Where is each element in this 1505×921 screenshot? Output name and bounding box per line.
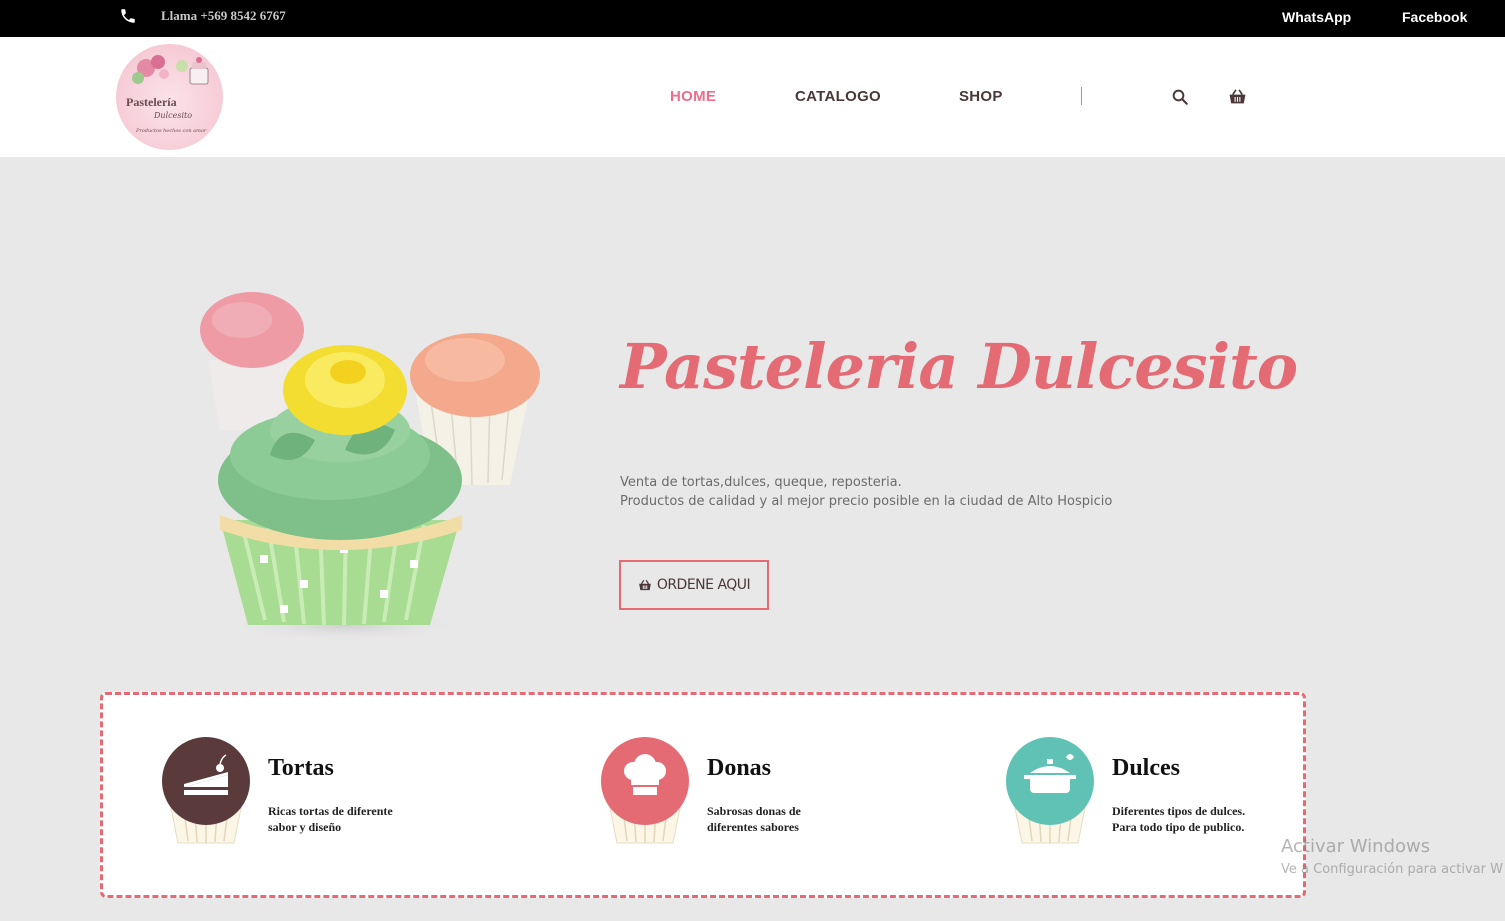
nav-shop[interactable]: SHOP [959, 88, 1003, 105]
site-logo[interactable]: Pastelería Dulcesito Productos hechos co… [116, 44, 223, 150]
top-bar: Llama +569 8542 6767 WhatsApp Facebook [0, 0, 1505, 37]
basket-icon[interactable] [1228, 88, 1247, 106]
phone-icon [121, 9, 135, 23]
feature-text-line2: diferentes sabores [707, 820, 799, 834]
cooking-pot-icon [1006, 737, 1094, 844]
logo-title: Pastelería [126, 95, 177, 109]
logo-tagline: Productos hechos con amor [136, 128, 207, 134]
flowers-decoration [132, 55, 209, 85]
feature-text-line1: Sabrosas donas de [707, 804, 801, 818]
logo-subtitle: Dulcesito [154, 111, 193, 120]
feature-title: Tortas [268, 755, 334, 781]
whatsapp-link[interactable]: WhatsApp [1282, 9, 1351, 25]
site-header: Pastelería Dulcesito Productos hechos co… [0, 37, 1505, 157]
feature-title: Donas [707, 755, 772, 781]
hero-desc-line1: Venta de tortas,dulces, queque, reposter… [620, 475, 902, 490]
windows-watermark-subtitle: Ve a Configuración para activar W [1281, 862, 1503, 877]
feature-text-line2: sabor y diseño [268, 820, 342, 834]
feature-text-line1: Ricas tortas de diferente [268, 804, 393, 818]
features-panel: Tortas Ricas tortas de diferente sabor y… [100, 692, 1306, 898]
feature-title: Dulces [1112, 755, 1180, 781]
nav-catalogo[interactable]: CATALOGO [795, 88, 881, 105]
hero-description: Venta de tortas,dulces, queque, reposter… [620, 473, 1112, 511]
hero-desc-line2: Productos de calidad y al mejor precio p… [620, 494, 1113, 509]
feature-text-line1: Diferentes tipos de dulces. [1112, 804, 1246, 818]
chef-hat-icon [601, 737, 689, 844]
feature-text-line2: Para todo tipo de publico. [1112, 820, 1245, 834]
cake-slice-icon [162, 737, 250, 844]
search-icon[interactable] [1171, 88, 1189, 106]
cupcakes-image [200, 292, 540, 643]
order-button-label: ORDENE AQUI [656, 577, 751, 593]
feature-text: Sabrosas donas de diferentes sabores [707, 803, 801, 835]
feature-text: Ricas tortas de diferente sabor y diseño [268, 803, 393, 835]
order-button[interactable]: ORDENE AQUI [619, 560, 769, 610]
facebook-link[interactable]: Facebook [1402, 9, 1467, 25]
nav-home[interactable]: HOME [670, 88, 716, 105]
hero-title: Pasteleria Dulcesito [620, 330, 1298, 403]
phone-number: Llama +569 8542 6767 [161, 8, 286, 23]
windows-watermark-title: Activar Windows [1281, 836, 1431, 857]
basket-icon [638, 579, 651, 590]
nav-divider [1081, 87, 1082, 105]
feature-text: Diferentes tipos de dulces. Para todo ti… [1112, 803, 1245, 835]
